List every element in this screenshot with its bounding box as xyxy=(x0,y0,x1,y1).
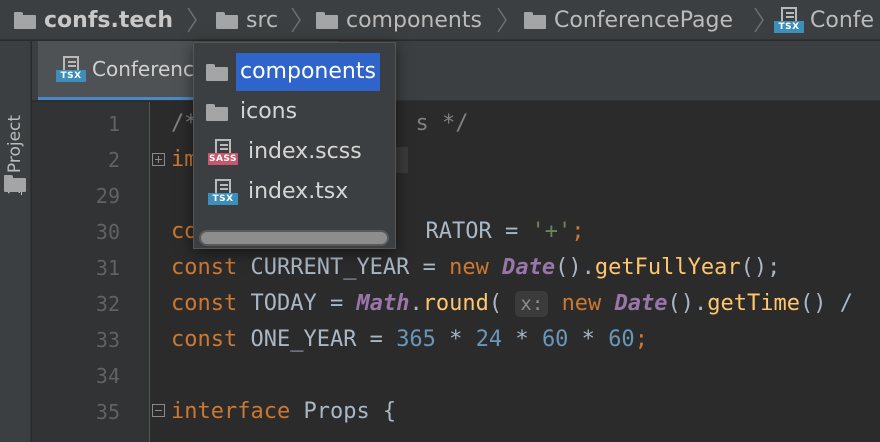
code-line-31[interactable]: const CURRENT_YEAR = new Date().getFullY… xyxy=(171,255,780,280)
fold-collapse-icon[interactable] xyxy=(152,404,165,417)
code-line-32[interactable]: const TODAY = Math.round( x: new Date().… xyxy=(171,291,866,317)
folder-icon xyxy=(216,11,238,29)
breadcrumb-item-file[interactable]: TSX Confe xyxy=(774,0,875,39)
line-number: 32 xyxy=(95,292,120,316)
breadcrumb-label: src xyxy=(246,7,279,33)
breadcrumb-separator xyxy=(753,0,765,39)
breadcrumb-label: ConferencePage xyxy=(554,7,733,33)
breadcrumb-item-conferencepage[interactable]: ConferencePage xyxy=(524,0,733,39)
popup-item-components[interactable]: components xyxy=(206,53,380,91)
parameter-hint: x: xyxy=(515,291,549,317)
folder-icon xyxy=(14,11,36,29)
folder-icon xyxy=(206,103,228,121)
line-number: 31 xyxy=(95,256,120,280)
line-number: 29 xyxy=(95,184,120,208)
code-line-33[interactable]: const ONE_YEAR = 365 * 24 * 60 * 60; xyxy=(171,327,648,352)
breadcrumb-separator xyxy=(186,0,198,39)
line-number: 34 xyxy=(95,364,120,388)
folder-icon xyxy=(316,11,338,29)
breadcrumb-item-src[interactable]: src xyxy=(216,0,279,39)
project-folder-icon[interactable] xyxy=(4,175,26,192)
breadcrumb-separator xyxy=(496,0,508,39)
folder-icon xyxy=(524,11,546,29)
project-tool-window-button[interactable]: 1: Project xyxy=(3,103,27,211)
breadcrumb-separator xyxy=(290,0,302,39)
left-tool-stripe: 1: Project xyxy=(0,41,31,442)
tsx-file-icon: TSX xyxy=(56,56,86,82)
tsx-file-icon: TSX xyxy=(774,7,804,33)
line-number: 30 xyxy=(95,220,120,244)
sass-file-icon: SASS xyxy=(208,139,238,165)
popup-item-index-scss[interactable]: SASS index.scss xyxy=(208,133,366,171)
line-number: 2 xyxy=(107,148,120,172)
code-line-35[interactable]: interface Props { xyxy=(171,399,396,424)
popup-item-index-tsx[interactable]: TSX index.tsx xyxy=(208,173,352,211)
editor-gutter: 1 2 29 30 31 32 33 34 35 xyxy=(32,102,150,442)
popup-scrollbar[interactable] xyxy=(199,230,389,246)
breadcrumb-label: Confe xyxy=(810,7,875,33)
tsx-file-icon: TSX xyxy=(208,179,238,205)
line-number: 1 xyxy=(107,112,120,136)
popup-item-icons[interactable]: icons xyxy=(206,93,301,131)
breadcrumb-label: confs.tech xyxy=(44,7,173,33)
breadcrumb-item-confs-tech[interactable]: confs.tech xyxy=(14,0,173,39)
line-number: 33 xyxy=(95,328,120,352)
breadcrumb-popup: components icons SASS index.scss TSX ind… xyxy=(193,42,396,249)
navigation-bar: confs.tech src components ConferencePage… xyxy=(0,0,880,40)
breadcrumb-item-components[interactable]: components xyxy=(316,0,482,39)
breadcrumb-label: components xyxy=(346,7,482,33)
fold-expand-icon[interactable] xyxy=(152,153,165,166)
folder-icon xyxy=(206,63,228,81)
editor-tab-bar: TSX ConferencePage.tsx xyxy=(32,41,880,101)
line-number: 35 xyxy=(95,400,120,424)
